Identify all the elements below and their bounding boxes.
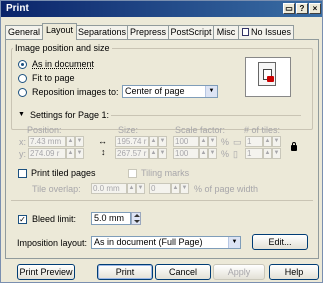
- bleed-limit-field[interactable]: 5.0 mm: [91, 212, 131, 225]
- tile-overlap-spin-down[interactable]: ▼: [136, 183, 145, 194]
- percent-of-page-label: % of page width: [194, 184, 259, 194]
- bleed-limit-spinner[interactable]: [131, 212, 141, 225]
- window-title: Print: [6, 3, 29, 14]
- width-spin-up[interactable]: ▲: [149, 136, 158, 147]
- title-bar: Print ▭ ? ×: [1, 1, 322, 17]
- page-thumbnail: [258, 62, 276, 86]
- scale-x-spin-up[interactable]: ▲: [199, 136, 208, 147]
- width-field[interactable]: 195.74 r: [115, 136, 149, 147]
- tiles-y-icon: ▯: [233, 149, 238, 159]
- print-tiled-label[interactable]: Print tiled pages: [31, 168, 96, 178]
- settings-collapse-icon[interactable]: ▼: [18, 111, 25, 118]
- imposition-layout-value: As in document (Full Page): [94, 237, 203, 247]
- tab-general[interactable]: General: [5, 25, 43, 39]
- image-position-group-label: Image position and size: [13, 43, 112, 53]
- tile-percent-field[interactable]: 0: [149, 183, 171, 194]
- scale-percent-2: %: [221, 149, 230, 159]
- tab-strip: General Layout Separations Prepress Post…: [5, 23, 321, 40]
- x-label: x:: [19, 137, 27, 147]
- cancel-button[interactable]: Cancel: [155, 264, 211, 280]
- label-as-in-document[interactable]: As in document: [32, 59, 94, 69]
- tile-percent-spin-down[interactable]: ▼: [180, 183, 189, 194]
- tiles-x-icon: ▭: [233, 137, 242, 147]
- tab-no-issues[interactable]: No Issues: [238, 25, 294, 39]
- tiles-x-spin-up[interactable]: ▲: [263, 136, 272, 147]
- label-fit-to-page[interactable]: Fit to page: [32, 73, 75, 83]
- restore-icon[interactable]: ▭: [283, 3, 295, 14]
- position-header: Position:: [27, 125, 62, 135]
- tiles-header: # of tiles:: [244, 125, 281, 135]
- page-preview: [245, 57, 291, 97]
- width-arrow-icon: ↔: [98, 136, 107, 146]
- tile-overlap-label: Tile overlap:: [32, 184, 81, 194]
- size-header: Size:: [118, 125, 139, 135]
- tile-overlap-spin-up[interactable]: ▲: [127, 183, 136, 194]
- height-field[interactable]: 267.57 r: [115, 148, 149, 159]
- scale-header: Scale factor:: [175, 125, 226, 135]
- monitor-icon: [242, 28, 249, 36]
- print-preview-button[interactable]: Print Preview: [17, 264, 75, 280]
- tab-layout[interactable]: Layout: [42, 23, 77, 40]
- tiles-x-field[interactable]: 1: [245, 136, 263, 147]
- tiles-x-spin-down[interactable]: ▼: [272, 136, 281, 147]
- scale-y-spin-down[interactable]: ▼: [208, 148, 217, 159]
- tab-prepress[interactable]: Prepress: [127, 25, 169, 39]
- y-position-field[interactable]: 274.09 r: [28, 148, 66, 159]
- tab-misc[interactable]: Misc: [213, 25, 239, 39]
- radio-as-in-document[interactable]: [18, 60, 27, 69]
- tab-no-issues-label: No Issues: [250, 27, 292, 37]
- lock-badge-icon: [267, 76, 274, 82]
- x-position-field[interactable]: 7.43 mm: [28, 136, 66, 147]
- tiles-y-spin-down[interactable]: ▼: [272, 148, 281, 159]
- print-dialog: Print ▭ ? × General Layout Separations P…: [0, 0, 323, 283]
- print-button[interactable]: Print: [97, 264, 153, 280]
- scale-x-field[interactable]: 100: [173, 136, 199, 147]
- tile-overlap-field[interactable]: 0.0 mm: [91, 183, 127, 194]
- tiling-marks-checkbox[interactable]: [128, 169, 137, 178]
- scale-x-spin-down[interactable]: ▼: [208, 136, 217, 147]
- bleed-separator: [11, 200, 313, 201]
- tiling-marks-label: Tiling marks: [141, 168, 190, 178]
- y-label: y:: [19, 149, 27, 159]
- height-arrow-icon: ↕: [101, 147, 106, 157]
- tiles-y-spin-up[interactable]: ▲: [263, 148, 272, 159]
- radio-reposition-images[interactable]: [18, 88, 27, 97]
- y-position-spin-down[interactable]: ▼: [75, 148, 84, 159]
- bleed-limit-checkbox[interactable]: ✓: [18, 215, 27, 224]
- y-position-spin-up[interactable]: ▲: [66, 148, 75, 159]
- width-spin-down[interactable]: ▼: [158, 136, 167, 147]
- settings-separator: [111, 115, 301, 116]
- lock-icon[interactable]: [291, 142, 297, 151]
- edit-button[interactable]: Edit...: [252, 234, 308, 250]
- x-position-spin-up[interactable]: ▲: [66, 136, 75, 147]
- scale-y-field[interactable]: 100: [173, 148, 199, 159]
- height-spin-down[interactable]: ▼: [158, 148, 167, 159]
- apply-button[interactable]: Apply: [213, 264, 265, 280]
- close-title-button[interactable]: ×: [309, 3, 321, 14]
- radio-fit-to-page[interactable]: [18, 74, 27, 83]
- imposition-layout-select[interactable]: As in document (Full Page) ▼: [91, 236, 241, 249]
- height-spin-up[interactable]: ▲: [149, 148, 158, 159]
- print-tiled-checkbox[interactable]: [18, 169, 27, 178]
- help-title-button[interactable]: ?: [296, 3, 308, 14]
- x-position-spin-down[interactable]: ▼: [75, 136, 84, 147]
- scale-percent-1: %: [221, 137, 230, 147]
- imposition-layout-label: Imposition layout:: [17, 238, 88, 248]
- help-button[interactable]: Help: [269, 264, 319, 280]
- chevron-down-icon: ▼: [205, 86, 217, 97]
- settings-label: Settings for Page 1:: [30, 110, 110, 120]
- tab-separations[interactable]: Separations: [76, 25, 128, 39]
- tiles-y-field[interactable]: 1: [245, 148, 263, 159]
- bleed-limit-label[interactable]: Bleed limit:: [32, 214, 76, 224]
- label-reposition-images[interactable]: Reposition images to:: [32, 87, 119, 97]
- reposition-select[interactable]: Center of page ▼: [122, 85, 218, 98]
- tab-postscript[interactable]: PostScript: [168, 25, 214, 39]
- reposition-select-value: Center of page: [125, 86, 185, 96]
- chevron-down-icon: ▼: [228, 237, 240, 248]
- tile-percent-spin-up[interactable]: ▲: [171, 183, 180, 194]
- scale-y-spin-up[interactable]: ▲: [199, 148, 208, 159]
